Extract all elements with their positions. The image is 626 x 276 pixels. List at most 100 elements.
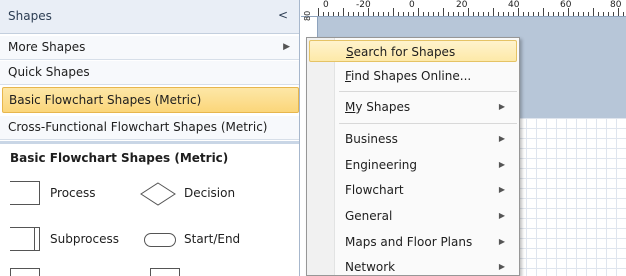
menu-item-label: Maps and Floor Plans	[345, 235, 473, 249]
ruler-tick	[363, 12, 364, 16]
ruler-label: 80	[303, 10, 312, 21]
menu-item-network[interactable]: Network ▶	[309, 256, 517, 276]
ruler-tick	[463, 12, 464, 16]
ruler-tick	[623, 12, 624, 16]
ruler-tick	[588, 12, 589, 16]
basic-flowchart-stencil-label: Basic Flowchart Shapes (Metric)	[9, 93, 202, 107]
ruler-tick	[438, 12, 439, 16]
submenu-arrow-icon: ▶	[498, 134, 505, 143]
menu-separator	[339, 123, 517, 124]
collapse-pane-icon[interactable]: <	[278, 8, 288, 22]
menu-item-engineering[interactable]: Engineering ▶	[309, 154, 517, 176]
ruler-tick	[478, 12, 479, 16]
menu-item-business[interactable]: Business ▶	[309, 128, 517, 150]
my-shapes-menu-item[interactable]: My Shapes ▶	[309, 96, 517, 118]
submenu-arrow-icon: ▶	[283, 42, 290, 52]
ruler-tick	[483, 12, 484, 16]
ruler-tick	[428, 12, 429, 16]
start-end-shape[interactable]: Start/End	[144, 227, 294, 253]
ruler-tick	[418, 8, 419, 16]
menu-item-label: Engineering	[345, 158, 417, 172]
subprocess-shape-icon	[10, 227, 40, 251]
ruler-tick	[548, 12, 549, 16]
ruler-label: 60	[560, 0, 572, 10]
cross-functional-stencil-item[interactable]: Cross-Functional Flowchart Shapes (Metri…	[0, 116, 299, 140]
ruler-tick	[358, 12, 359, 16]
ruler-tick	[508, 12, 509, 16]
find-shapes-online-menu-item[interactable]: Find Shapes Online...	[309, 65, 517, 87]
ruler-tick	[373, 12, 374, 16]
submenu-arrow-icon: ▶	[498, 211, 505, 220]
partial-shape-icon	[10, 268, 40, 276]
ruler-tick	[568, 8, 569, 16]
ruler-tick	[323, 12, 324, 16]
ruler-tick	[493, 8, 494, 16]
menu-item-label: Network	[345, 260, 396, 274]
ruler-tick	[413, 12, 414, 16]
ruler-tick	[618, 8, 619, 16]
process-shape[interactable]: Process	[10, 181, 150, 207]
ruler-tick	[408, 12, 409, 16]
horizontal-ruler: 0 -20 0 20 40 60 80	[301, 0, 626, 17]
quick-shapes-label: Quick Shapes	[8, 65, 90, 79]
menu-item-label: Business	[345, 132, 398, 146]
ruler-tick	[598, 12, 599, 16]
ruler-label: 0	[409, 0, 415, 10]
ruler-tick	[433, 12, 434, 16]
ruler-tick	[518, 8, 519, 16]
more-shapes-menu: Search for Shapes Find Shapes Online... …	[306, 37, 520, 276]
drawing-page-grid[interactable]	[516, 118, 626, 276]
subprocess-shape[interactable]: Subprocess	[10, 227, 150, 253]
ruler-tick	[513, 12, 514, 16]
ruler-tick	[538, 12, 539, 16]
menu-item-general[interactable]: General ▶	[309, 205, 517, 227]
ruler-tick	[393, 8, 394, 16]
ruler-tick	[338, 12, 339, 16]
ruler-tick	[558, 12, 559, 16]
basic-flowchart-stencil-item[interactable]: Basic Flowchart Shapes (Metric)	[2, 87, 299, 113]
ruler-tick	[383, 12, 384, 16]
ruler-tick	[468, 8, 469, 16]
menu-item-maps-floor-plans[interactable]: Maps and Floor Plans ▶	[309, 231, 517, 253]
ruler-tick	[543, 8, 544, 16]
decision-shape-icon	[140, 182, 176, 206]
ruler-tick	[423, 12, 424, 16]
menu-item-label: Flowchart	[345, 183, 404, 197]
shapes-pane-header: Shapes <	[0, 0, 299, 34]
ruler-tick	[528, 12, 529, 16]
shapes-pane-title: Shapes	[8, 9, 52, 23]
ruler-tick	[498, 12, 499, 16]
menu-item-flowchart[interactable]: Flowchart ▶	[309, 179, 517, 201]
more-shapes-label: More Shapes	[8, 40, 86, 54]
ruler-tick	[398, 12, 399, 16]
ruler-tick	[603, 12, 604, 16]
stencil-title: Basic Flowchart Shapes (Metric)	[10, 151, 229, 165]
ruler-tick	[533, 12, 534, 16]
ruler-tick	[403, 12, 404, 16]
submenu-arrow-icon: ▶	[498, 102, 505, 111]
stencil-divider	[0, 141, 299, 144]
ruler-tick	[378, 12, 379, 16]
search-for-shapes-menu-item[interactable]: Search for Shapes	[309, 40, 517, 62]
ruler-tick	[448, 12, 449, 16]
more-shapes-button[interactable]: More Shapes ▶	[0, 36, 299, 60]
menu-item-label: My Shapes	[345, 100, 411, 114]
decision-shape-label: Decision	[184, 186, 236, 200]
ruler-tick	[573, 12, 574, 16]
ruler-tick	[348, 12, 349, 16]
ruler-tick	[613, 12, 614, 16]
ruler-tick	[488, 12, 489, 16]
ruler-tick	[318, 8, 319, 16]
decision-shape[interactable]: Decision	[140, 181, 290, 207]
start-end-shape-label: Start/End	[184, 232, 241, 246]
submenu-arrow-icon: ▶	[498, 160, 505, 169]
ruler-tick	[353, 12, 354, 16]
ruler-tick	[453, 12, 454, 16]
quick-shapes-item[interactable]: Quick Shapes	[0, 61, 299, 85]
ruler-label: 0	[323, 0, 329, 10]
menu-separator	[339, 91, 517, 92]
ruler-tick	[563, 12, 564, 16]
shapes-pane: Shapes < More Shapes ▶ Quick Shapes Basi…	[0, 0, 300, 276]
partial-shape-icon	[150, 268, 180, 276]
menu-item-label: Find Shapes Online...	[345, 69, 472, 83]
